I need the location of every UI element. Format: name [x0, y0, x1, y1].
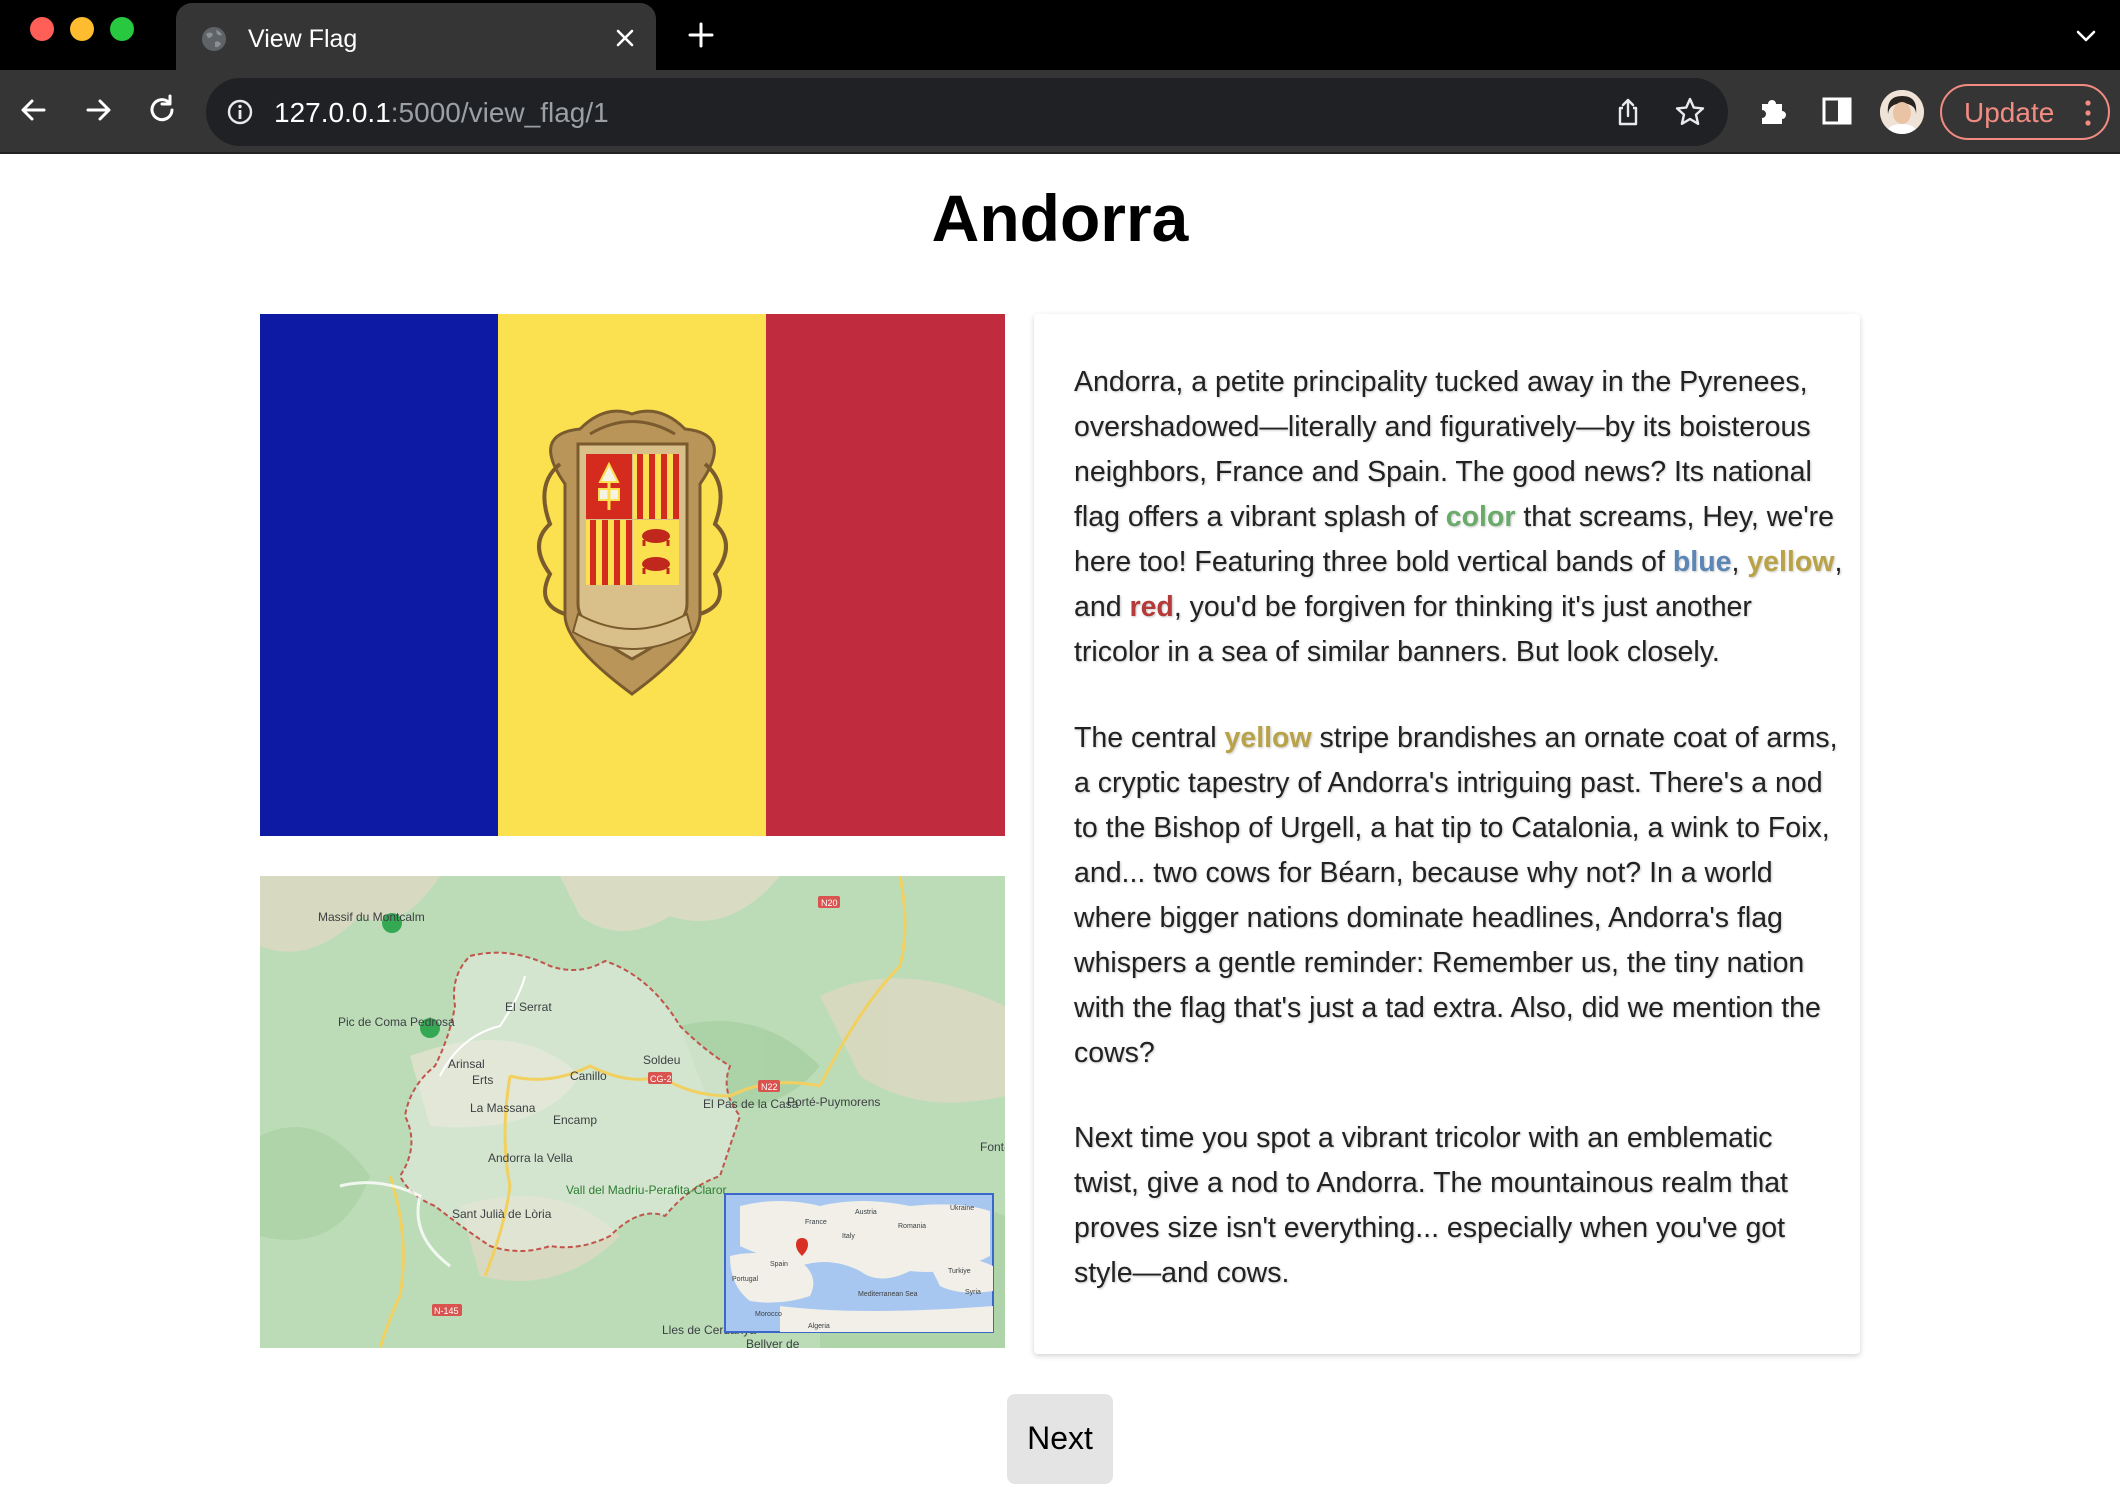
inset-label: Portugal [732, 1276, 759, 1283]
more-vert-icon[interactable] [2082, 98, 2094, 128]
map-label: Pic de Coma Pedrosa [338, 1015, 455, 1029]
close-icon[interactable] [610, 23, 640, 53]
side-panel-icon[interactable] [1820, 94, 1854, 128]
description-card: Andorra, a petite principality tucked aw… [1034, 314, 1860, 1354]
inset-label: Mediterranean Sea [858, 1291, 918, 1298]
text-run: , [1731, 546, 1748, 578]
url-path: :5000/view_flag/1 [390, 97, 609, 128]
browser-tab[interactable]: View Flag [176, 3, 656, 70]
text-run: stripe brandishes an ornate coat of arms… [1074, 722, 1838, 1069]
map-label: El Pas de la Casa [703, 1097, 799, 1111]
inset-label: Turkiye [948, 1268, 971, 1275]
map-label: La Massana [470, 1101, 536, 1115]
keyword-red: red [1129, 591, 1174, 623]
map-label: Massif du Montcalm [318, 910, 425, 924]
update-label: Update [1964, 97, 2055, 128]
map-label: Canillo [570, 1069, 607, 1083]
globe-icon [202, 27, 226, 51]
text-run: The central [1074, 722, 1225, 754]
tab-title: View Flag [248, 25, 358, 53]
road-shield: N-145 [434, 1306, 459, 1316]
browser-toolbar: 127.0.0.1:5000/view_flag/1 Update [0, 70, 2120, 154]
update-button[interactable]: Update [1940, 84, 2110, 140]
description-paragraph: Next time you spot a vibrant tricolor wi… [1074, 1122, 1788, 1289]
inset-label: France [805, 1219, 827, 1226]
plus-icon[interactable] [686, 20, 716, 50]
text-run: , you'd be forgiven for thinking it's ju… [1074, 591, 1752, 668]
back-arrow-icon[interactable] [16, 92, 52, 128]
map-label: Font- [980, 1140, 1005, 1154]
inset-label: Algeria [808, 1323, 830, 1330]
chevron-down-icon[interactable] [2074, 24, 2098, 48]
flag-blue-band [260, 314, 498, 836]
window-zoom-button[interactable] [110, 17, 134, 41]
inset-label: Morocco [755, 1311, 782, 1318]
description-paragraph: Andorra, a petite principality tucked aw… [1074, 360, 1844, 675]
map-label: Bellver de [746, 1337, 800, 1348]
puzzle-icon[interactable] [1756, 94, 1790, 128]
map-label: Andorra la Vella [488, 1151, 573, 1165]
url-host: 127.0.0.1 [274, 97, 391, 128]
road-shield: N20 [821, 898, 838, 908]
url-text[interactable]: 127.0.0.1:5000/view_flag/1 [274, 97, 609, 129]
keyword-color: color [1445, 501, 1516, 533]
map-label: Encamp [553, 1113, 597, 1127]
reload-icon[interactable] [144, 92, 180, 128]
share-icon[interactable] [1612, 96, 1644, 128]
map-label: Soldeu [643, 1053, 680, 1067]
map-label: Arinsal [448, 1057, 485, 1071]
description-paragraph: The central yellow stripe brandishes an … [1074, 716, 1844, 1076]
star-icon[interactable] [1674, 96, 1706, 128]
map-image: Massif du Montcalm Pic de Coma Pedrosa E… [260, 876, 1005, 1348]
map-label: Vall del Madriu-Perafita-Claror [566, 1183, 727, 1197]
info-icon[interactable] [226, 98, 254, 126]
road-shield: N22 [761, 1082, 778, 1092]
avatar[interactable] [1880, 90, 1924, 134]
forward-arrow-icon[interactable] [80, 92, 116, 128]
browser-tab-bar: View Flag [0, 0, 2120, 70]
map-label: Porté-Puymorens [787, 1095, 880, 1109]
inset-label: Italy [842, 1233, 855, 1240]
flag-red-band [766, 314, 1005, 836]
profile-photo-icon [1880, 90, 1924, 134]
next-button-label: Next [1027, 1420, 1093, 1456]
keyword-yellow: yellow [1747, 546, 1835, 578]
window-close-button[interactable] [30, 17, 54, 41]
keyword-blue: blue [1672, 546, 1732, 578]
inset-label: Ukraine [950, 1205, 974, 1212]
map-label: El Serrat [505, 1000, 552, 1014]
address-bar[interactable]: 127.0.0.1:5000/view_flag/1 [206, 78, 1728, 146]
inset-label: Syria [965, 1289, 981, 1296]
inset-label: Austria [855, 1209, 877, 1216]
map-label: Sant Julià de Lòria [452, 1207, 552, 1221]
keyword-yellow: yellow [1224, 722, 1312, 754]
inset-label: Romania [898, 1223, 926, 1230]
road-shield: CG-2 [650, 1074, 672, 1084]
inset-label: Spain [770, 1261, 788, 1268]
next-button[interactable]: Next [1007, 1394, 1113, 1484]
inset-map: France Spain Italy Portugal Morocco Alge… [724, 1193, 994, 1333]
map-label: Erts [472, 1073, 493, 1087]
page-title: Andorra [931, 181, 1189, 255]
flag-image [260, 314, 1005, 836]
window-minimize-button[interactable] [70, 17, 94, 41]
